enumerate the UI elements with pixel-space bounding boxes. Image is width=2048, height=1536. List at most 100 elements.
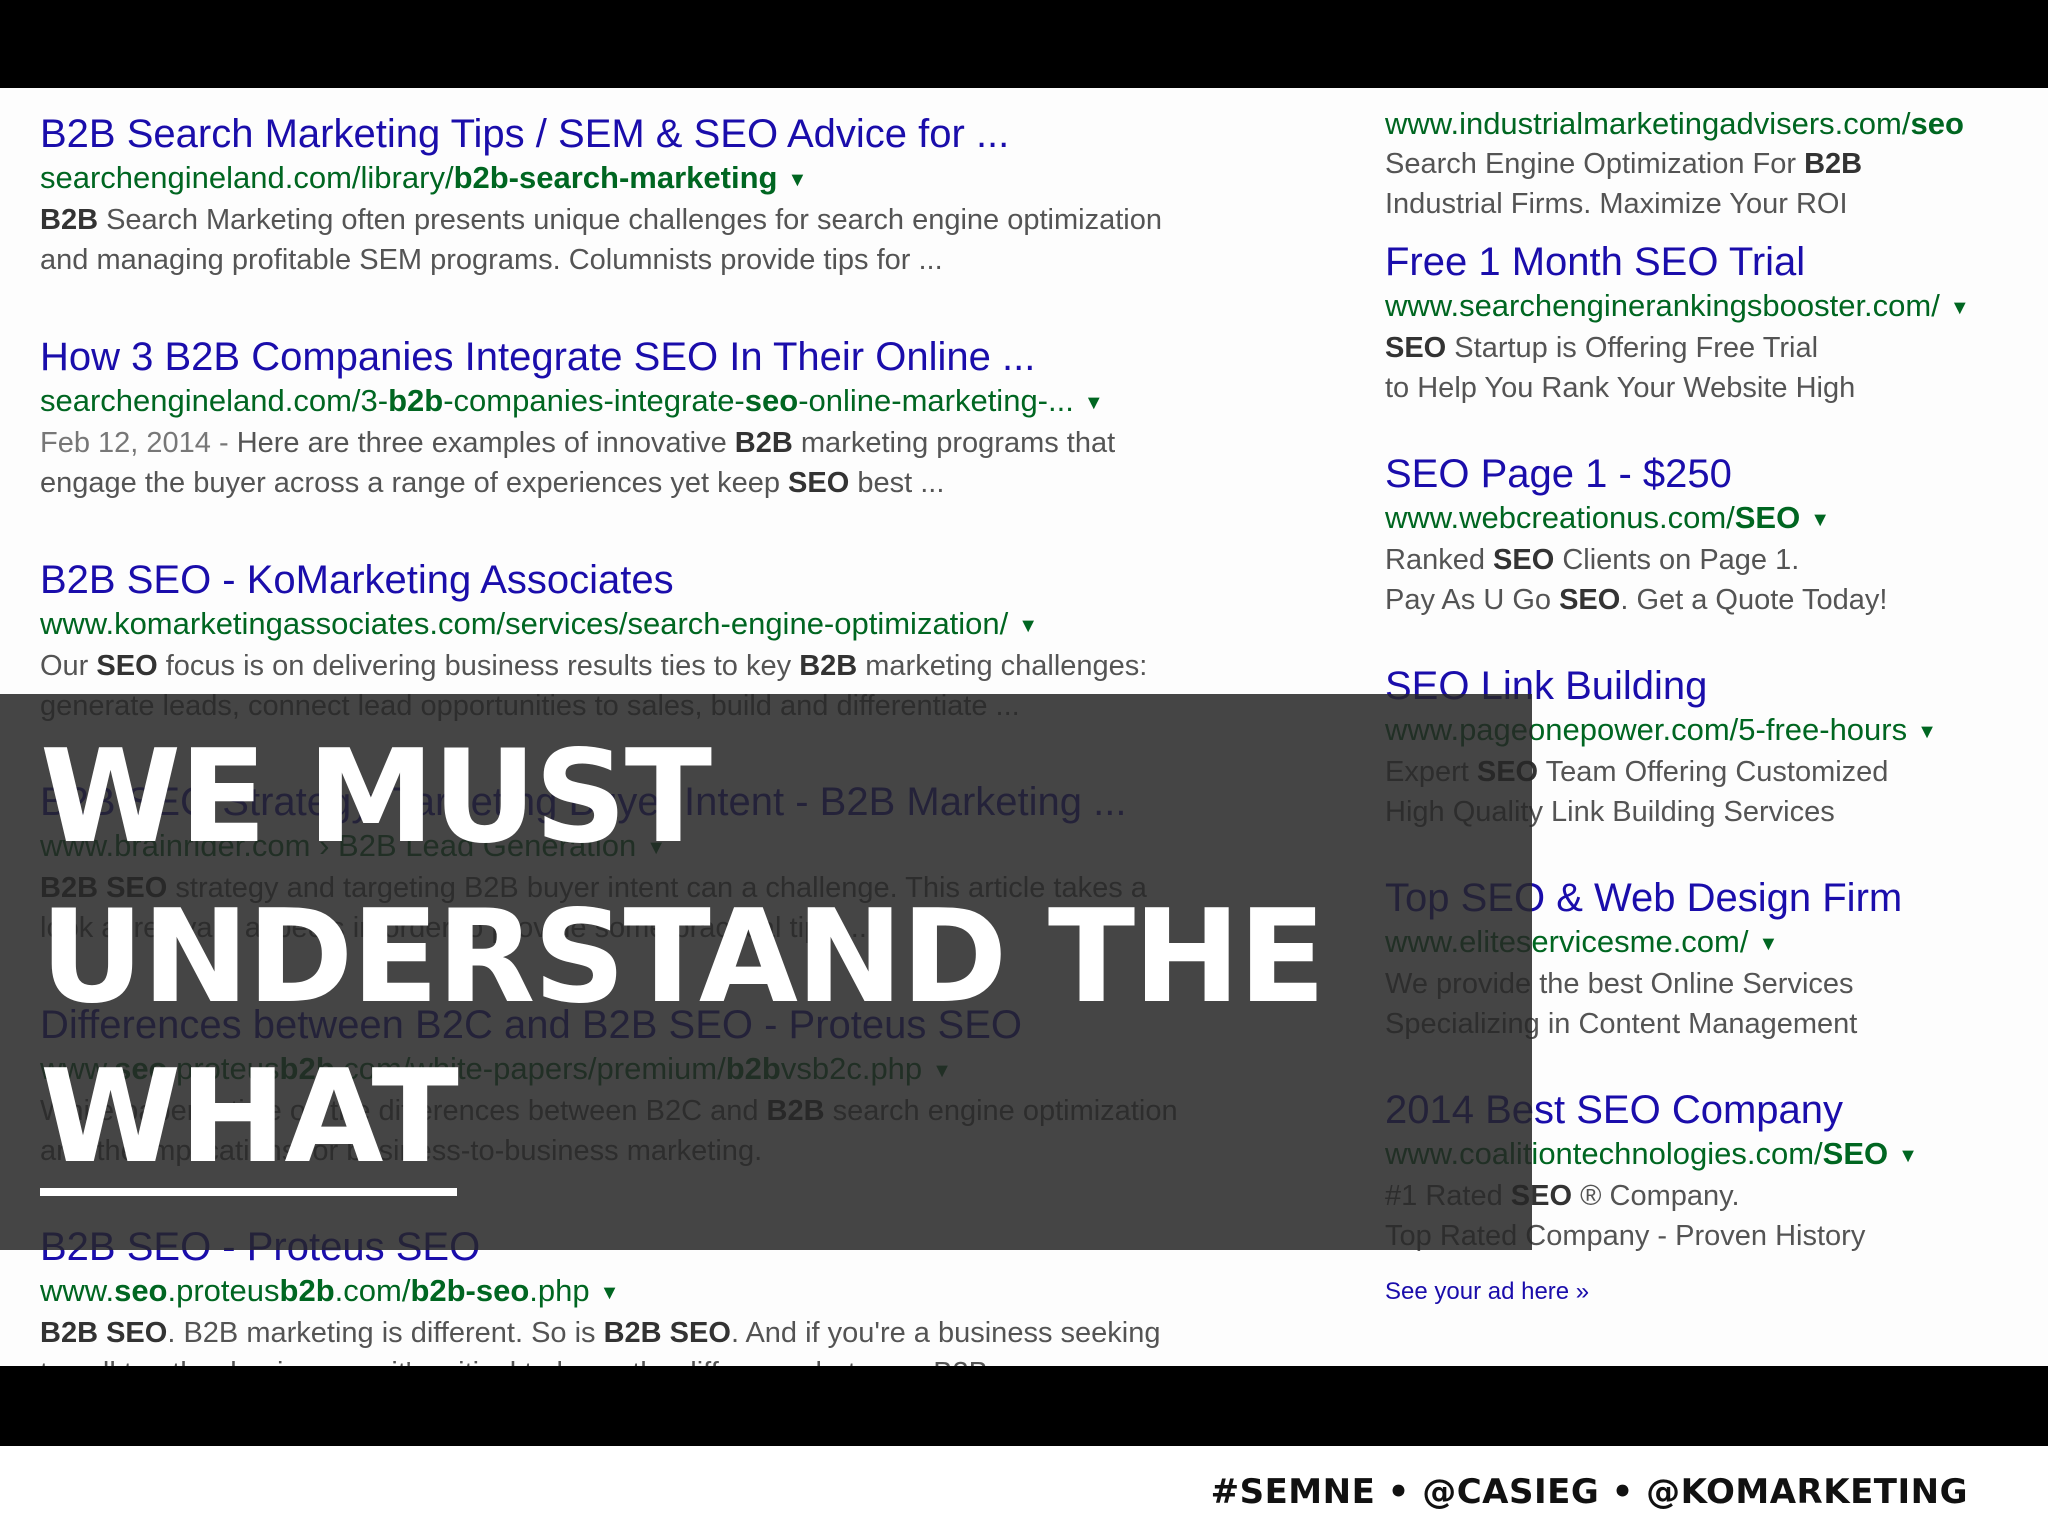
sponsored-ad: Free 1 Month SEO Trial www.searchenginera… [1385, 238, 2025, 408]
result-title-link[interactable]: B2B SEO - KoMarketing Associates [40, 556, 1340, 604]
bold-term: seo [114, 1273, 168, 1308]
text-segment: marketing programs that [792, 426, 1116, 459]
bold-term: SEO [788, 466, 850, 499]
result-title-link[interactable]: How 3 B2B Companies Integrate SEO In The… [40, 333, 1340, 381]
slide-footer: #SEMNE • @CASIEG • @KOMARKETING [0, 1446, 2048, 1536]
ad-description: to Help You Rank Your Website High [1385, 368, 2025, 408]
text-segment: best ... [849, 466, 945, 499]
headline-line-3: WHAT [40, 1048, 459, 1196]
bold-term: B2B [40, 203, 99, 236]
result-snippet: Feb 12, 2014 - Here are three examples o… [40, 423, 1340, 463]
dropdown-caret-icon[interactable]: ▼ [1898, 1145, 1918, 1167]
ad-description: Pay As U Go SEO. Get a Quote Today! [1385, 580, 2025, 620]
text-segment: focus is on delivering business results … [157, 649, 800, 682]
result-snippet: and managing profitable SEM programs. Co… [40, 240, 1340, 280]
dropdown-caret-icon[interactable]: ▼ [1758, 933, 1778, 955]
headline-line-2: UNDERSTAND THE [40, 883, 1326, 1032]
bold-term: b2b [388, 383, 444, 418]
ad-description: Industrial Firms. Maximize Your ROI [1385, 184, 2025, 224]
bold-term: B2B [734, 426, 793, 459]
text-segment: Pay As U Go [1385, 583, 1560, 616]
ad-title-link[interactable]: Free 1 Month SEO Trial [1385, 238, 2025, 286]
text-segment: .com/ [334, 1273, 411, 1308]
result-snippet: B2B SEO. B2B marketing is different. So … [40, 1313, 1340, 1353]
bold-term: B2B [799, 649, 858, 682]
text-segment: .php [529, 1273, 590, 1308]
result-url: searchengineland.com/library/b2b-search-… [40, 158, 1340, 200]
text-segment: Here are three examples of innovative [236, 426, 735, 459]
text-segment: .proteus [167, 1273, 280, 1308]
result-snippet: to sell to other businesses, it's critic… [40, 1353, 1340, 1366]
search-result: B2B Search Marketing Tips / SEM & SEO Ad… [40, 110, 1340, 280]
dropdown-caret-icon[interactable]: ▼ [1950, 297, 1970, 319]
bold-term: b2b-search-marketing [453, 160, 778, 195]
text-segment: www.industrialmarketingadvisers.com/ [1385, 106, 1911, 141]
bold-term: seo [1910, 106, 1964, 141]
bold-term: SEO [96, 649, 158, 682]
bold-term: SEO [1559, 583, 1621, 616]
bottom-letterbox-bar [0, 1366, 2048, 1446]
footer-handles: #SEMNE • @CASIEG • @KOMARKETING [1210, 1472, 1968, 1512]
dropdown-caret-icon[interactable]: ▼ [787, 169, 807, 191]
result-url: www.seo.proteusb2b.com/b2b-seo.php ▼ [40, 1271, 1340, 1313]
result-date: Feb 12, 2014 - [40, 426, 237, 459]
text-segment: searchengineland.com/3- [40, 383, 389, 418]
text-segment: . And if you're a business seeking [730, 1316, 1161, 1349]
ad-url: www.industrialmarketingadvisers.com/seo [1385, 104, 2025, 144]
ad-url: www.searchenginerankingsbooster.com/ ▼ [1385, 286, 2025, 328]
bold-term: b2b [279, 1273, 335, 1308]
result-snippet: B2B Search Marketing often presents uniq… [40, 200, 1340, 240]
see-your-ad-link[interactable]: See your ad here » [1385, 1278, 1589, 1306]
text-segment: Search Engine Optimization For [1385, 148, 1805, 180]
search-result: How 3 B2B Companies Integrate SEO In The… [40, 333, 1340, 503]
result-title-link[interactable]: B2B Search Marketing Tips / SEM & SEO Ad… [40, 110, 1340, 158]
result-url: www.komarketingassociates.com/services/s… [40, 604, 1340, 646]
text-segment: Ranked [1385, 543, 1494, 576]
bold-term: SEO [1734, 500, 1801, 535]
text-segment: Team Offering Customized [1538, 755, 1889, 788]
result-snippet: engage the buyer across a range of exper… [40, 463, 1340, 503]
text-segment: marketing challenges: [857, 649, 1148, 682]
text-segment: . Get a Quote Today! [1620, 583, 1888, 616]
text-segment: -companies-integrate- [443, 383, 745, 418]
bold-term: SEO [1493, 543, 1555, 576]
text-segment: www.webcreationus.com/ [1385, 500, 1735, 535]
text-segment: www.searchenginerankingsbooster.com/ [1385, 288, 1940, 323]
top-letterbox-bar [0, 0, 2048, 88]
bold-term: b2b-seo [410, 1273, 530, 1308]
bold-term: B2B [1804, 148, 1863, 180]
text-segment: Clients on Page 1. [1554, 543, 1800, 576]
text-segment: www.komarketingassociates.com/services/s… [40, 606, 1009, 641]
bold-term: SEO [1385, 331, 1447, 364]
ad-description: SEO Startup is Offering Free Trial [1385, 328, 2025, 368]
text-segment: to Help You Rank Your Website High [1385, 371, 1856, 404]
text-segment: engage the buyer across a range of exper… [40, 466, 789, 499]
ad-title-link[interactable]: SEO Page 1 - $250 [1385, 450, 2025, 498]
text-segment: Search Marketing often presents unique c… [98, 203, 1162, 236]
result-snippet: Our SEO focus is on delivering business … [40, 646, 1340, 686]
dropdown-caret-icon[interactable]: ▼ [1018, 615, 1038, 637]
headline-line-1: WE MUST [40, 723, 712, 872]
dropdown-caret-icon[interactable]: ▼ [1084, 392, 1104, 414]
text-segment: www. [40, 1273, 115, 1308]
sponsored-ad: SEO Page 1 - $250 www.webcreationus.com/S… [1385, 450, 2025, 620]
bold-term: SEO [1822, 1136, 1889, 1171]
bold-term: B2B SEO [40, 1316, 168, 1349]
text-segment: -online-marketing-... [798, 383, 1074, 418]
text-segment: Our [40, 649, 97, 682]
text-segment: Industrial Firms. Maximize Your ROI [1385, 188, 1848, 220]
ad-url: www.webcreationus.com/SEO ▼ [1385, 498, 2025, 540]
text-segment: and managing profitable SEM programs. Co… [40, 243, 943, 276]
dropdown-caret-icon[interactable]: ▼ [1917, 721, 1937, 743]
bold-term: seo [744, 383, 799, 418]
text-segment: searchengineland.com/library/ [40, 160, 454, 195]
dropdown-caret-icon[interactable]: ▼ [600, 1282, 620, 1304]
ad-description: Search Engine Optimization For B2B [1385, 144, 2025, 184]
ad-description: Ranked SEO Clients on Page 1. [1385, 540, 2025, 580]
dropdown-caret-icon[interactable]: ▼ [1810, 509, 1830, 531]
slide-headline: WE MUST UNDERSTAND THE WHAT [40, 718, 1440, 1198]
sponsored-ad: www.industrialmarketingadvisers.com/seo S… [1385, 104, 2025, 224]
text-segment: . B2B marketing is different. So is [167, 1316, 604, 1349]
bold-term: B2B SEO [603, 1316, 731, 1349]
text-segment: to sell to other businesses, it's critic… [40, 1357, 1020, 1366]
